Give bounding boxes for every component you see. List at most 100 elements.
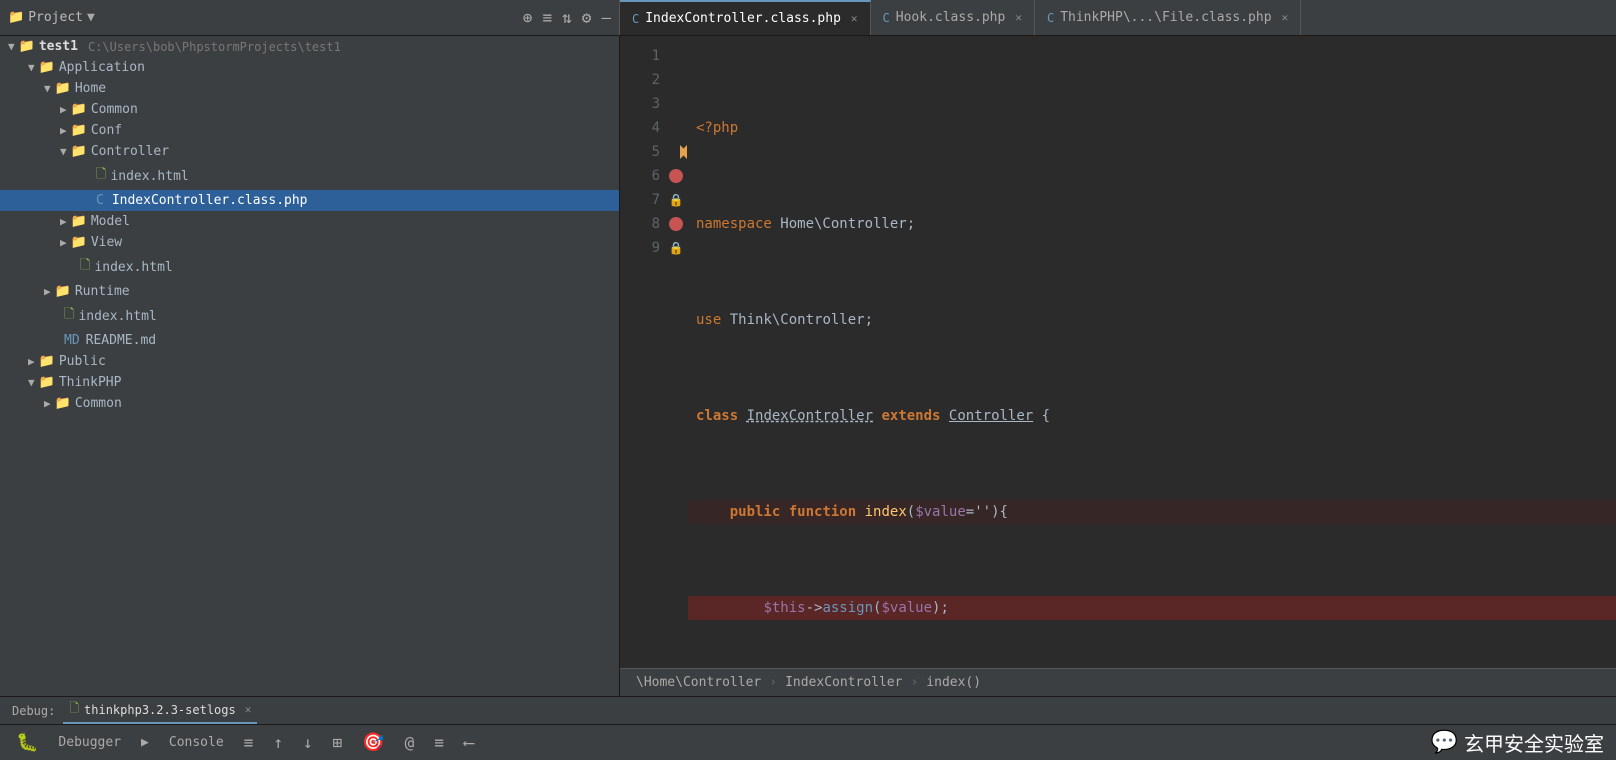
tree-item-public[interactable]: ▶ 📁 Public [0, 351, 619, 372]
down-btn[interactable]: ↓ [299, 731, 317, 754]
folder-icon-runtime: 📁 [55, 284, 71, 299]
folder-icon-controller: 📁 [71, 144, 87, 159]
tab-close-1[interactable]: ✕ [851, 12, 858, 25]
gutter-1 [664, 44, 688, 68]
chevron-down-icon-controller: ▼ [60, 145, 67, 158]
at-btn[interactable]: @ [401, 731, 419, 754]
tree-item-application[interactable]: ▼ 📁 Application [0, 57, 619, 78]
back-btn[interactable]: ⟵ [460, 731, 478, 754]
target-btn[interactable]: 🎯 [358, 730, 388, 755]
tree-item-view[interactable]: ▶ 📁 View [0, 232, 619, 253]
project-title: Project [28, 10, 83, 25]
tab-php-icon-3: C [1047, 11, 1054, 25]
tree-item-controller[interactable]: ▼ 📁 Controller [0, 141, 619, 162]
tree-item-runtime[interactable]: ▶ 📁 Runtime [0, 281, 619, 302]
project-chevron[interactable]: ▼ [87, 10, 95, 25]
chevron-right-icon-public: ▶ [28, 355, 35, 368]
list-icon[interactable]: ≡ [542, 8, 552, 27]
chevron-right-icon-common: ▶ [60, 103, 67, 116]
code-lines[interactable]: <?php namespace Home\Controller; use Thi… [688, 36, 1616, 668]
code-area[interactable]: 1 2 3 4 5 6 7 8 9 [620, 36, 1616, 668]
tree-label-indexcontroller: IndexController.class.php [112, 193, 308, 208]
tree-item-home[interactable]: ▼ 📁 Home [0, 78, 619, 99]
file-icon-html-root: 🗋 [64, 305, 74, 327]
chevron-right-icon-conf: ▶ [60, 124, 67, 137]
chevron-right-icon-view: ▶ [60, 236, 67, 249]
folder-icon-home: 📁 [55, 81, 71, 96]
tree-label-test1: test1 [39, 39, 78, 54]
list-btn[interactable]: ≡ [240, 731, 258, 754]
tab-hook-class[interactable]: C Hook.class.php ✕ [871, 0, 1035, 35]
gutter-6-breakpoint[interactable] [664, 164, 688, 188]
tree-label-application: Application [59, 60, 145, 75]
lock-icon-9: 🔒 [669, 241, 684, 255]
breadcrumb-sep-2: › [910, 675, 918, 690]
minimize-icon[interactable]: — [601, 8, 611, 27]
tab-index-controller[interactable]: C IndexController.class.php ✕ [620, 0, 871, 35]
file-icon-html-2: 🗋 [80, 256, 90, 278]
editor-tabs: C IndexController.class.php ✕ C Hook.cla… [620, 0, 1616, 35]
chevron-right-icon-common2: ▶ [44, 397, 51, 410]
breadcrumb-item-2[interactable]: IndexController [785, 675, 902, 690]
up-btn[interactable]: ↑ [269, 731, 287, 754]
debugger-btn[interactable]: Debugger [54, 733, 125, 752]
tree-item-test1[interactable]: ▼ 📁 test1 C:\Users\bob\PhpstormProjects\… [0, 36, 619, 57]
grid-btn[interactable]: ⊞ [329, 731, 347, 754]
tab-bar: 📁 Project ▼ ⊕ ≡ ⇅ ⚙ — C IndexController.… [0, 0, 1616, 36]
folder-icon-model: 📁 [71, 214, 87, 229]
folder-icon-thinkphp: 📁 [39, 375, 55, 390]
breakpoint-8 [669, 217, 683, 231]
debug-tab-label: thinkphp3.2.3-setlogs [84, 703, 236, 717]
tree-label-view: View [91, 235, 122, 250]
list2-btn[interactable]: ≡ [430, 731, 448, 754]
folder-icon-public: 📁 [39, 354, 55, 369]
tree-item-index-html-2[interactable]: 🗋 index.html [0, 253, 619, 281]
main-content: ▼ 📁 test1 C:\Users\bob\PhpstormProjects\… [0, 36, 1616, 696]
globe-icon[interactable]: ⊕ [523, 8, 533, 27]
gutter-7: 🔒 [664, 188, 688, 212]
tree-item-indexcontroller[interactable]: C IndexController.class.php [0, 190, 619, 211]
code-line-2: namespace Home\Controller; [688, 212, 1616, 236]
sidebar-header: 📁 Project ▼ ⊕ ≡ ⇅ ⚙ — [0, 0, 620, 35]
tree-item-common2[interactable]: ▶ 📁 Common [0, 393, 619, 414]
bug-icon-btn[interactable]: 🐛 [12, 730, 42, 755]
gutter-5-diamond[interactable] [664, 140, 688, 164]
sort-icon[interactable]: ⇅ [562, 8, 572, 27]
code-line-1: <?php [688, 116, 1616, 140]
console-play-btn[interactable]: ▶ [137, 733, 153, 752]
tree-item-readme[interactable]: MD README.md [0, 330, 619, 351]
lock-icon-7: 🔒 [669, 193, 684, 207]
debug-tab-close[interactable]: ✕ [245, 703, 252, 716]
debug-tab[interactable]: 🗋 thinkphp3.2.3-setlogs ✕ [63, 697, 257, 724]
bottom-toolbar: 🐛 Debugger ▶ Console ≡ ↑ ↓ ⊞ 🎯 @ ≡ ⟵ 💬 玄… [0, 724, 1616, 760]
chevron-down-icon-home: ▼ [44, 82, 51, 95]
breadcrumb-item-1[interactable]: \Home\Controller [636, 675, 761, 690]
tree-item-index-html-1[interactable]: 🗋 index.html [0, 162, 619, 190]
tree-label-public: Public [59, 354, 106, 369]
gear-icon[interactable]: ⚙ [582, 8, 592, 27]
tab-close-3[interactable]: ✕ [1282, 11, 1289, 24]
tree-item-model[interactable]: ▶ 📁 Model [0, 211, 619, 232]
tree-item-index-html-root[interactable]: 🗋 index.html [0, 302, 619, 330]
tab-php-icon-1: C [632, 12, 639, 26]
tree-item-conf[interactable]: ▶ 📁 Conf [0, 120, 619, 141]
gutter-8-breakpoint[interactable] [664, 212, 688, 236]
gutter-3 [664, 92, 688, 116]
wechat-icon: 💬 [1431, 730, 1458, 755]
chevron-down-icon-application: ▼ [28, 61, 35, 74]
debug-file-icon: 🗋 [69, 699, 79, 720]
project-label: 📁 Project ▼ [8, 10, 95, 25]
gutter: 🔒 🔒 [664, 36, 688, 668]
tree-item-thinkphp[interactable]: ▼ 📁 ThinkPHP [0, 372, 619, 393]
tree-item-common[interactable]: ▶ 📁 Common [0, 99, 619, 120]
tab-close-2[interactable]: ✕ [1015, 11, 1022, 24]
breadcrumb-item-3[interactable]: index() [926, 675, 981, 690]
sidebar-toolbar: ⊕ ≡ ⇅ ⚙ — [523, 8, 611, 27]
chevron-right-icon-runtime: ▶ [44, 285, 51, 298]
tree-label-readme: README.md [86, 333, 156, 348]
chevron-right-icon-model: ▶ [60, 215, 67, 228]
tree-label-model: Model [91, 214, 130, 229]
console-btn[interactable]: Console [165, 733, 228, 752]
tab-file-class[interactable]: C ThinkPHP\...\File.class.php ✕ [1035, 0, 1301, 35]
chevron-down-icon-thinkphp: ▼ [28, 376, 35, 389]
